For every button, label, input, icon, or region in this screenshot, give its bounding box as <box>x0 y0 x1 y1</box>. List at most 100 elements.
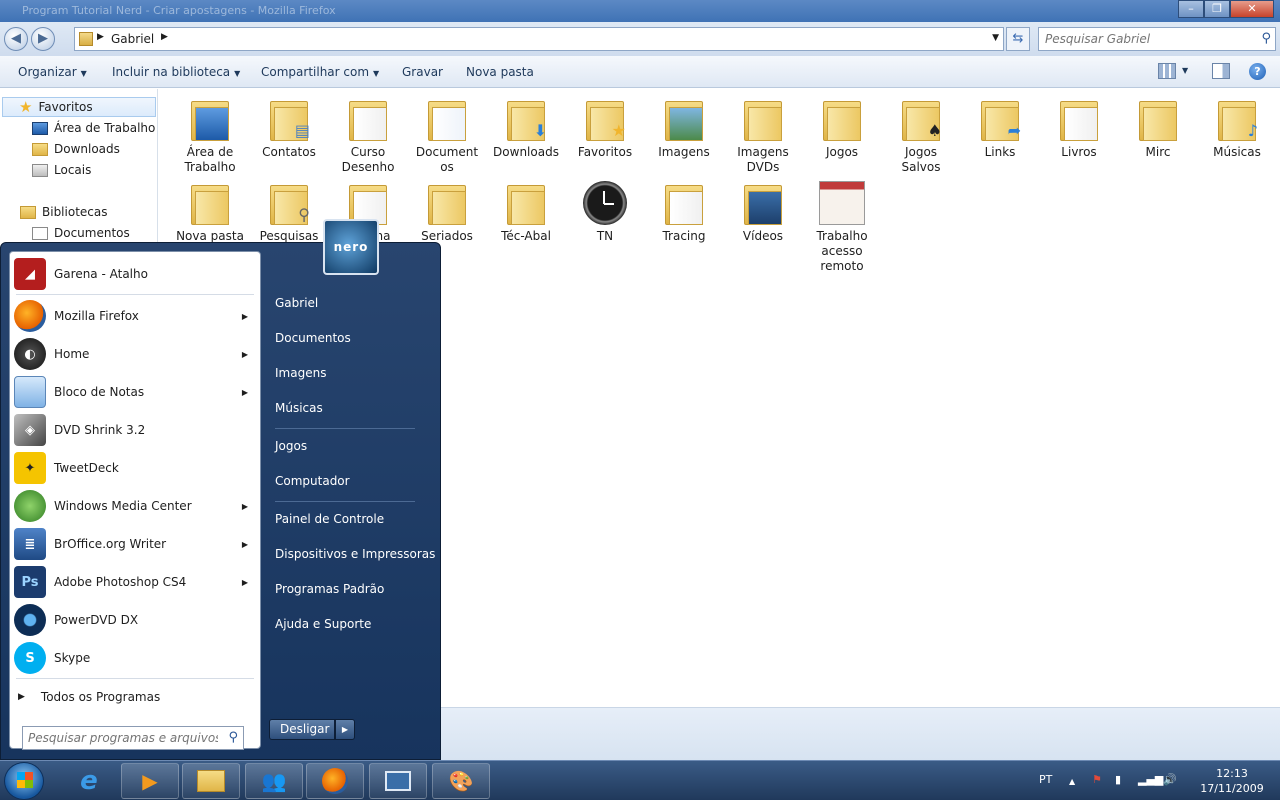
forward-button[interactable]: ▶ <box>31 27 55 51</box>
program-item-tweetdeck[interactable]: ✦ TweetDeck <box>12 450 258 486</box>
taskbar-internet-explorer[interactable]: e <box>60 763 118 799</box>
refresh-button[interactable]: ⇆ <box>1006 27 1030 51</box>
search-box[interactable]: ⚲ <box>1038 27 1276 51</box>
nav-item-desktop[interactable]: Área de Trabalho <box>32 121 155 135</box>
network-signal-icon[interactable]: ▂▄▆ <box>1138 773 1163 786</box>
folder-item[interactable]: Jogos <box>803 89 881 160</box>
program-item-home[interactable]: ◐ Home ▶ <box>12 336 258 372</box>
chevron-down-icon[interactable]: ▼ <box>992 33 999 43</box>
maximize-button[interactable]: ❐ <box>1204 0 1230 18</box>
folder-item[interactable]: ♪ Músicas <box>1198 89 1276 160</box>
folder-item[interactable]: ▤ Contatos <box>250 89 328 160</box>
power-icon[interactable]: ▮ <box>1115 773 1121 786</box>
link-documents[interactable]: Documentos <box>275 331 351 345</box>
file-item[interactable]: Trabalho acesso remoto <box>803 173 881 274</box>
link-help-support[interactable]: Ajuda e Suporte <box>275 617 371 631</box>
new-folder-button[interactable]: Nova pasta <box>466 65 534 79</box>
folder-item[interactable]: Curso Desenho <box>329 89 407 175</box>
program-item-photoshop[interactable]: Ps Adobe Photoshop CS4 ▶ <box>12 564 258 600</box>
program-item-notepad[interactable]: Bloco de Notas ▶ <box>12 374 258 410</box>
program-item-powerdvd[interactable]: PowerDVD DX <box>12 602 258 638</box>
chevron-right-icon[interactable]: ▶ <box>242 388 248 397</box>
help-icon[interactable]: ? <box>1249 63 1266 80</box>
search-input[interactable] <box>1045 32 1245 46</box>
folder-item[interactable]: ➦ Links <box>961 89 1039 160</box>
folder-item[interactable]: ⚲ Pesquisas <box>250 173 328 244</box>
chevron-right-icon[interactable]: ▶ <box>242 502 248 511</box>
breadcrumb[interactable]: Gabriel <box>111 32 154 46</box>
chevron-down-icon[interactable]: ▼ <box>1182 66 1188 75</box>
link-computer[interactable]: Computador <box>275 474 350 488</box>
folder-item[interactable]: Document os <box>408 89 486 175</box>
folder-item[interactable]: Imagens <box>645 89 723 160</box>
folder-label: Jogos Salvos <box>901 145 941 174</box>
taskbar-paint[interactable]: 🎨 <box>432 763 490 799</box>
folder-item[interactable]: Imagens DVDs <box>724 89 802 175</box>
start-button[interactable] <box>4 762 44 800</box>
close-button[interactable]: ✕ <box>1230 0 1274 18</box>
folder-item[interactable]: Tracing <box>645 173 723 244</box>
folder-item[interactable]: Nova pasta <box>171 173 249 244</box>
folder-item[interactable]: Téc-Abal <box>487 173 565 244</box>
chevron-right-icon[interactable]: ▶ <box>242 312 248 321</box>
folder-item[interactable]: ★ Favoritos <box>566 89 644 160</box>
user-avatar[interactable]: nero <box>323 219 379 275</box>
taskbar-messenger[interactable]: 👥 <box>245 763 303 799</box>
chevron-right-icon[interactable]: ▶ <box>161 32 168 42</box>
search-icon[interactable]: ⚲ <box>1261 31 1271 46</box>
chevron-right-icon[interactable]: ▶ <box>242 350 248 359</box>
shutdown-button[interactable]: Desligar <box>269 719 335 740</box>
include-library-button[interactable]: Incluir na biblioteca ▼ <box>112 65 240 79</box>
chevron-right-icon[interactable]: ▶ <box>242 540 248 549</box>
start-search-box[interactable]: ⚲ <box>22 726 244 750</box>
nav-item-places[interactable]: Locais <box>32 163 91 177</box>
preview-pane-icon[interactable] <box>1212 63 1230 79</box>
folder-item[interactable]: Seriados <box>408 173 486 244</box>
folder-item[interactable]: ⬇ Downloads <box>487 89 565 160</box>
security-alert-icon[interactable]: ⚑ <box>1092 773 1102 786</box>
link-pictures[interactable]: Imagens <box>275 366 326 380</box>
folder-item[interactable]: ♠ Jogos Salvos <box>882 89 960 175</box>
folder-item[interactable]: Área de Trabalho <box>171 89 249 175</box>
burn-button[interactable]: Gravar <box>402 65 443 79</box>
program-item-media-center[interactable]: Windows Media Center ▶ <box>12 488 258 524</box>
folder-item[interactable]: TN <box>566 173 644 244</box>
program-item-writer[interactable]: ≣ BrOffice.org Writer ▶ <box>12 526 258 562</box>
system-clock[interactable]: 12:13 17/11/2009 <box>1192 766 1272 796</box>
address-bar[interactable]: ▶ Gabriel ▶ ▼ <box>74 27 1004 51</box>
nav-favorites[interactable]: ★ Favoritos <box>2 97 156 117</box>
chevron-right-icon[interactable]: ▶ <box>242 578 248 587</box>
link-default-programs[interactable]: Programas Padrão <box>275 582 384 596</box>
language-indicator[interactable]: PT <box>1039 773 1052 786</box>
nav-libraries[interactable]: Bibliotecas <box>20 205 107 219</box>
program-item-garena[interactable]: ◢ Garena - Atalho <box>12 256 258 292</box>
nav-item-documents[interactable]: Documentos <box>32 226 130 240</box>
shutdown-options-button[interactable]: ▶ <box>335 719 355 740</box>
share-button[interactable]: Compartilhar com ▼ <box>261 65 379 79</box>
folder-item[interactable]: Livros <box>1040 89 1118 160</box>
organize-button[interactable]: Organizar ▼ <box>18 65 87 79</box>
taskbar-explorer[interactable] <box>182 763 240 799</box>
taskbar-remote-desktop[interactable] <box>369 763 427 799</box>
program-item-skype[interactable]: S Skype <box>12 640 258 676</box>
link-games[interactable]: Jogos <box>275 439 307 453</box>
link-control-panel[interactable]: Painel de Controle <box>275 512 384 526</box>
taskbar-firefox[interactable] <box>306 763 364 799</box>
program-item-dvd-shrink[interactable]: ◈ DVD Shrink 3.2 <box>12 412 258 448</box>
volume-icon[interactable]: 🔊 <box>1163 773 1177 786</box>
start-search-input[interactable] <box>28 731 218 745</box>
minimize-button[interactable]: – <box>1178 0 1204 18</box>
search-icon[interactable]: ⚲ <box>228 730 238 745</box>
folder-item[interactable]: Mirc <box>1119 89 1197 160</box>
show-hidden-icons-icon[interactable]: ▲ <box>1069 777 1075 786</box>
folder-item[interactable]: Vídeos <box>724 173 802 244</box>
back-button[interactable]: ◀ <box>4 27 28 51</box>
taskbar-media-player[interactable]: ▶ <box>121 763 179 799</box>
link-music[interactable]: Músicas <box>275 401 323 415</box>
nav-item-downloads[interactable]: Downloads <box>32 142 120 156</box>
program-item-firefox[interactable]: Mozilla Firefox ▶ <box>12 298 258 334</box>
link-user-folder[interactable]: Gabriel <box>275 296 318 310</box>
view-options-icon[interactable] <box>1158 63 1176 79</box>
all-programs-button[interactable]: ▶ Todos os Programas <box>18 690 160 704</box>
link-devices-printers[interactable]: Dispositivos e Impressoras <box>275 547 435 561</box>
